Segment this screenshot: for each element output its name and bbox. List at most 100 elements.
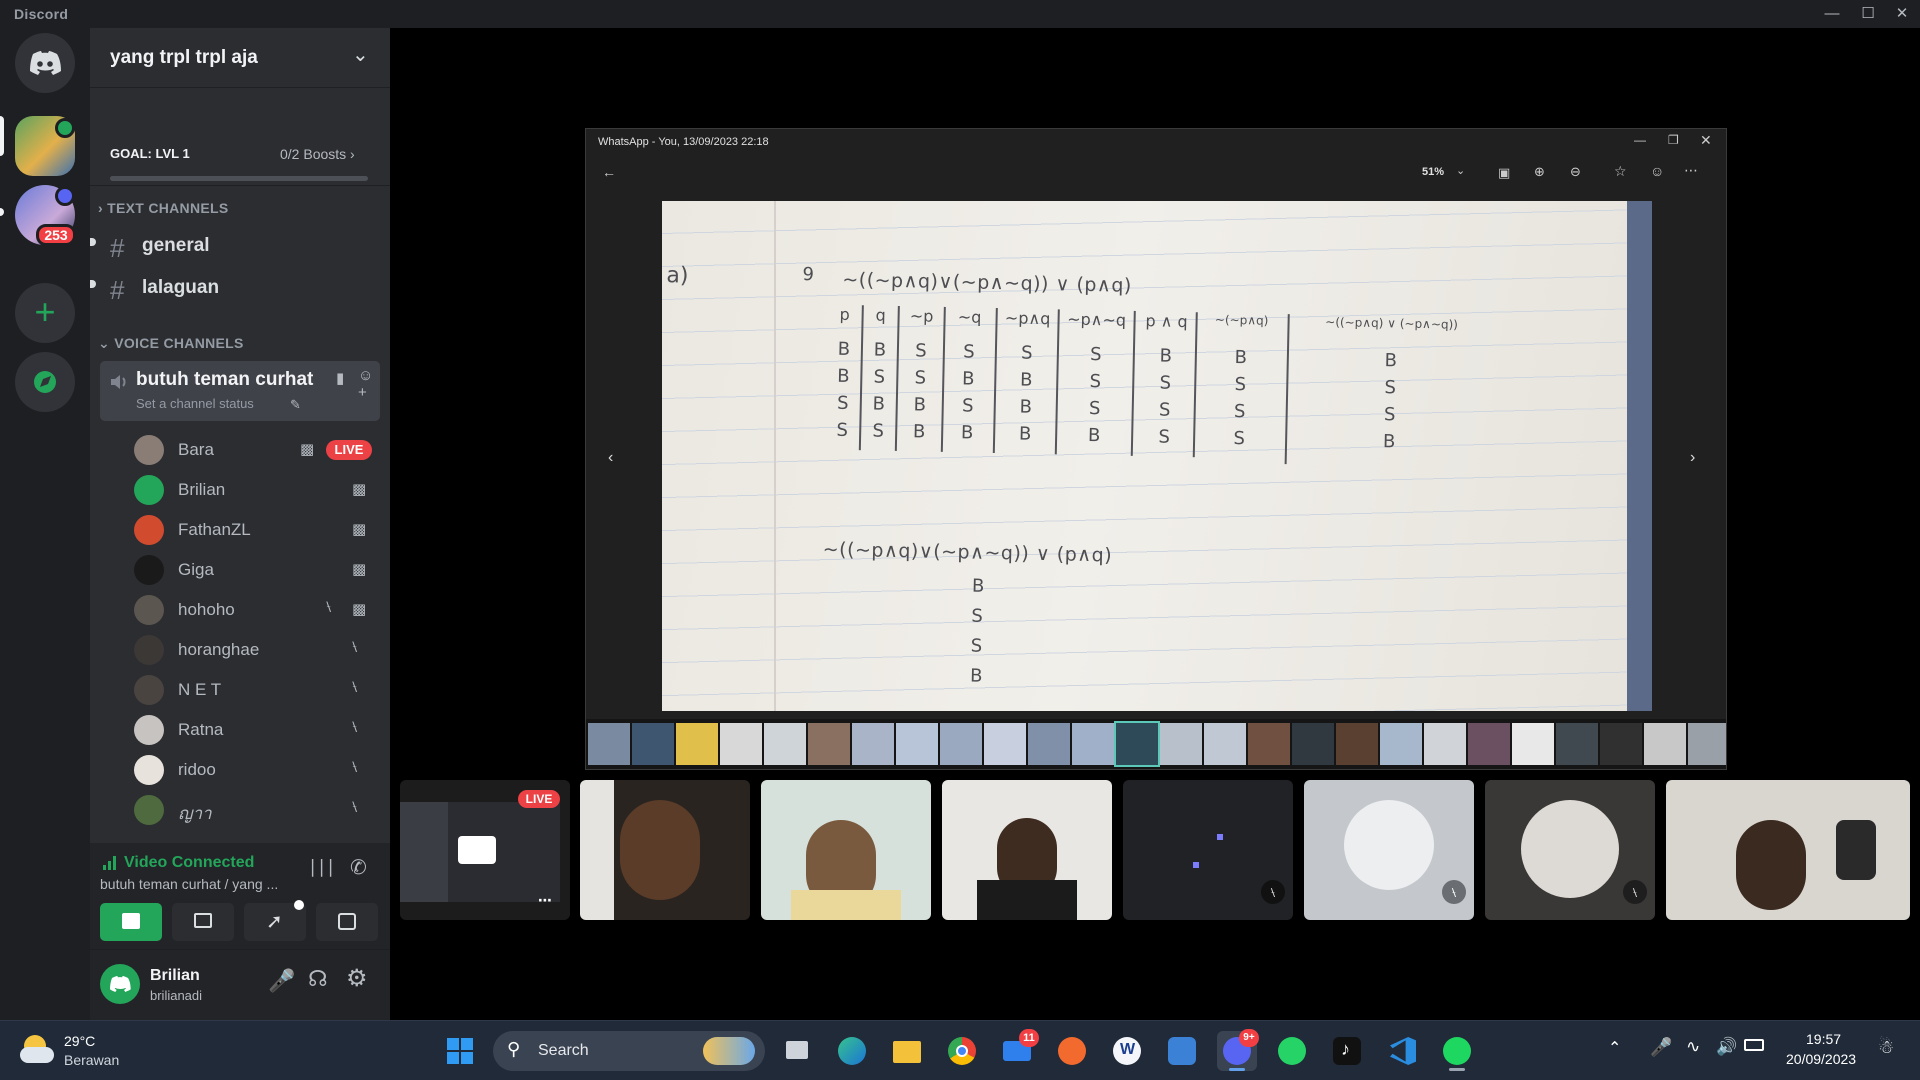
server-name: yang trpl trpl aja	[110, 47, 258, 68]
clock-date[interactable]: 20/09/2023	[1786, 1051, 1856, 1067]
soundboard-icon	[338, 913, 356, 930]
headphones-icon[interactable]: ☊	[308, 966, 328, 992]
notification-bell-icon[interactable]: ☃	[1878, 1037, 1894, 1058]
tiktok-icon[interactable]: ♪	[1327, 1031, 1367, 1071]
camera-app-icon[interactable]	[1162, 1031, 1202, 1071]
thumbnail-strip	[586, 719, 1726, 769]
more-options-icon[interactable]: ⋯	[538, 892, 552, 909]
fit-icon: ▣	[1498, 165, 1511, 180]
channel-general[interactable]: # general	[100, 229, 380, 265]
connection-status[interactable]: Video Connected	[124, 854, 254, 872]
thumbnail	[1114, 721, 1160, 767]
voice-user[interactable]: hohoho ⧷ ▩	[130, 591, 380, 629]
discord-logo-icon	[30, 51, 61, 75]
microphone-in-use-icon[interactable]: 🎤	[1650, 1037, 1672, 1058]
add-server-icon[interactable]: +	[15, 283, 75, 343]
thumbnail	[1160, 723, 1202, 765]
camera-icon: ▩	[352, 481, 367, 498]
voice-user[interactable]: FathanZL ▩	[130, 511, 380, 549]
shared-screen-photo-viewer[interactable]: WhatsApp - You, 13/09/2023 22:18 — ❐ ✕ ←…	[585, 128, 1727, 770]
voice-user[interactable]: Giga ▩	[130, 551, 380, 589]
invite-user-icon[interactable]: ☺+	[358, 367, 380, 401]
thumbnail	[896, 723, 938, 765]
avatar[interactable]	[100, 964, 140, 1004]
boost-goal[interactable]: GOAL: LVL 1 0/2 Boosts ›	[90, 90, 390, 186]
voice-user[interactable]: Brilian ▩	[130, 471, 380, 509]
camera-icon: ▩	[352, 521, 367, 538]
vscode-icon[interactable]	[1382, 1031, 1422, 1071]
text-channels-header[interactable]: › TEXT CHANNELS	[98, 200, 229, 216]
viewer-title: WhatsApp - You, 13/09/2023 22:18	[598, 136, 769, 148]
chat-icon[interactable]: ▮	[336, 369, 344, 387]
settings-gear-icon[interactable]: ⚙	[346, 964, 368, 993]
server-header[interactable]: yang trpl trpl aja ⌄	[90, 28, 390, 88]
maximize-button[interactable]: ☐	[1850, 0, 1886, 28]
activities-button[interactable]: ➚	[244, 900, 306, 941]
chevron-down-icon[interactable]: ⌄	[352, 42, 369, 67]
task-view-icon[interactable]	[777, 1031, 817, 1071]
chevron-up-icon[interactable]: ⌃	[1608, 1038, 1621, 1058]
thumbnail	[1292, 723, 1334, 765]
video-tile[interactable]: ⧷	[1123, 780, 1293, 920]
disconnect-icon[interactable]: ✆	[350, 855, 367, 880]
voice-user[interactable]: horanghae ⧷	[130, 631, 380, 669]
voice-user[interactable]: N E T ⧷	[130, 671, 380, 709]
file-explorer-icon[interactable]	[887, 1031, 927, 1071]
video-tile[interactable]	[580, 780, 750, 920]
voice-user[interactable]: Ratna ⧷	[130, 711, 380, 749]
channel-status-placeholder[interactable]: Set a channel status	[136, 396, 254, 411]
weather-description[interactable]: Berawan	[64, 1052, 119, 1068]
table-cell: S	[1233, 428, 1246, 450]
video-tile[interactable]	[942, 780, 1112, 920]
hash-icon: #	[110, 275, 125, 305]
channel-lalaguan[interactable]: # lalaguan	[100, 271, 380, 307]
video-tile[interactable]	[761, 780, 931, 920]
weather-temperature[interactable]: 29°C	[64, 1033, 95, 1049]
table-cell: B	[1382, 431, 1396, 453]
discord-taskbar-icon[interactable]: 9+	[1217, 1029, 1259, 1071]
voice-channels-header[interactable]: ⌄ VOICE CHANNELS	[98, 335, 244, 352]
direct-messages-button[interactable]	[15, 33, 75, 93]
connected-channel[interactable]: butuh teman curhat / yang ...	[100, 876, 278, 892]
table-cell: S	[873, 366, 886, 388]
thumbnail	[588, 723, 630, 765]
video-tile[interactable]	[1666, 780, 1910, 920]
spotify-icon[interactable]	[1437, 1031, 1477, 1071]
stream-preview-tile[interactable]: LIVE ⋯	[400, 780, 570, 920]
soundboard-button[interactable]	[316, 903, 378, 941]
video-tile[interactable]: ⧷	[1485, 780, 1655, 920]
voice-channel-butuh-teman-curhat[interactable]: butuh teman curhat Set a channel status …	[100, 361, 380, 421]
noise-suppression-icon[interactable]: ∣∣∣	[308, 857, 335, 878]
video-tile[interactable]: ⧷	[1304, 780, 1474, 920]
wifi-icon[interactable]: ∿	[1686, 1037, 1700, 1057]
voice-user[interactable]: Bara ▩ LIVE	[130, 431, 380, 469]
whatsapp-icon[interactable]	[1272, 1031, 1312, 1071]
explore-servers-button[interactable]	[15, 352, 75, 412]
hash-icon: #	[110, 233, 125, 263]
minimize-button[interactable]: —	[1814, 0, 1850, 28]
close-window-button[interactable]: ✕	[1884, 0, 1920, 28]
voice-connection-panel: Video Connected butuh teman curhat / yan…	[90, 843, 390, 950]
edge-icon[interactable]	[832, 1031, 872, 1071]
pencil-icon[interactable]: ✎	[290, 397, 301, 413]
microphone-icon[interactable]: 🎤	[268, 968, 295, 994]
thumbnail	[984, 723, 1026, 765]
volume-icon[interactable]: 🔊	[1716, 1037, 1737, 1057]
taskbar-search-box[interactable]: ⚲ Search	[493, 1031, 765, 1071]
weather-widget[interactable]	[20, 1033, 56, 1067]
office-lens-icon[interactable]	[1052, 1031, 1092, 1071]
word-icon[interactable]: W	[1107, 1031, 1147, 1071]
voice-user[interactable]: ridoo ⧷	[130, 751, 380, 789]
voice-user[interactable]: ญาา ⧷	[130, 791, 380, 829]
user-username[interactable]: brilianadi	[150, 988, 202, 1003]
chrome-icon[interactable]	[942, 1031, 982, 1071]
camera-toggle-button[interactable]	[100, 903, 162, 941]
battery-icon[interactable]	[1744, 1039, 1764, 1051]
start-button[interactable]	[440, 1031, 480, 1071]
cloud-icon	[20, 1047, 54, 1063]
share-screen-button[interactable]	[172, 903, 234, 941]
mail-icon[interactable]: 11	[997, 1029, 1039, 1071]
table-header: ~q	[957, 307, 982, 327]
clock-time[interactable]: 19:57	[1806, 1031, 1841, 1047]
user-display-name[interactable]: Brilian	[150, 967, 200, 985]
